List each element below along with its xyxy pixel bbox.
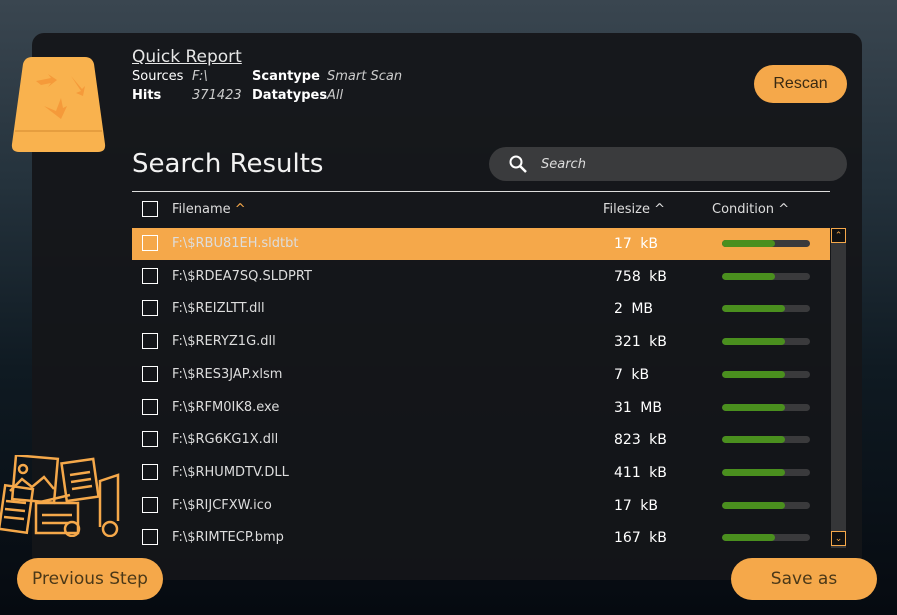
datatypes-label: Datatypes xyxy=(252,88,328,103)
filename: F:\$REIZLTT.dll xyxy=(172,301,265,317)
condition-fill xyxy=(722,370,786,378)
save-as-button[interactable]: Save as xyxy=(731,558,877,600)
condition-fill xyxy=(722,403,786,411)
condition-fill xyxy=(722,468,786,476)
condition-fill xyxy=(722,305,786,313)
column-condition[interactable]: Condition ^ xyxy=(712,202,789,217)
hits-value: 371423 xyxy=(192,88,242,103)
condition-bar xyxy=(722,468,810,476)
condition-fill xyxy=(722,240,775,247)
scrollbar[interactable] xyxy=(831,228,846,548)
scantype-value: Smart Scan xyxy=(327,69,403,84)
search-input[interactable]: Search xyxy=(489,147,847,181)
filesize: 411 kB xyxy=(614,464,667,481)
row-checkbox[interactable] xyxy=(142,333,158,350)
condition-bar xyxy=(722,436,810,444)
condition-bar xyxy=(722,534,810,542)
row-checkbox[interactable] xyxy=(142,300,158,317)
row-checkbox[interactable] xyxy=(142,267,158,284)
search-icon xyxy=(509,155,527,173)
previous-step-button[interactable]: Previous Step xyxy=(17,558,163,600)
scroll-down-button[interactable]: ⌄ xyxy=(831,531,846,546)
sources-label: Sources xyxy=(132,69,184,84)
condition-fill xyxy=(722,534,775,542)
filesize: 7 kB xyxy=(614,366,650,383)
search-placeholder: Search xyxy=(541,156,586,172)
row-checkbox[interactable] xyxy=(142,496,158,513)
filesize: 17 kB xyxy=(614,497,658,514)
column-filesize[interactable]: Filesize ^ xyxy=(603,202,665,217)
filesize: 31 MB xyxy=(614,399,662,416)
sources-value: F:\ xyxy=(192,69,208,84)
filename: F:\$RIJCFXW.ico xyxy=(172,497,272,513)
condition-fill xyxy=(722,436,786,444)
table-row[interactable]: F:\$REIZLTT.dll 2 MB xyxy=(132,293,830,325)
filename: F:\$RIMTECP.bmp xyxy=(172,530,284,546)
condition-bar xyxy=(722,403,810,411)
column-filename[interactable]: Filename ^ xyxy=(172,202,246,217)
filesize-header: Filesize xyxy=(603,202,650,217)
condition-fill xyxy=(722,501,786,509)
filesize: 321 kB xyxy=(614,334,667,351)
select-all-checkbox[interactable] xyxy=(142,201,158,217)
table-row[interactable]: F:\$RDEA7SQ.SLDPRT 758 kB xyxy=(132,261,830,293)
condition-fill xyxy=(722,338,786,346)
table-row[interactable]: F:\$RERYZ1G.dll 321 kB xyxy=(132,326,830,358)
filename: F:\$RG6KG1X.dll xyxy=(172,432,279,448)
filename: F:\$RES3JAP.xlsm xyxy=(172,366,283,382)
sort-asc-icon: ^ xyxy=(778,202,790,217)
condition-bar xyxy=(722,305,810,313)
filesize: 758 kB xyxy=(614,268,667,285)
filename-header: Filename xyxy=(172,202,231,217)
table-row[interactable]: F:\$RHUMDTV.DLL 411 kB xyxy=(132,457,830,489)
filename: F:\$RFM0IK8.exe xyxy=(172,399,280,415)
table-row[interactable]: F:\$RFM0IK8.exe 31 MB xyxy=(132,392,830,424)
condition-bar xyxy=(722,338,810,346)
table-row[interactable]: F:\$RBU81EH.sldtbt 17 kB xyxy=(132,228,830,260)
sort-asc-icon: ^ xyxy=(234,202,246,217)
row-checkbox[interactable] xyxy=(142,365,158,382)
table-row[interactable]: F:\$RG6KG1X.dll 823 kB xyxy=(132,424,830,456)
filename: F:\$RBU81EH.sldtbt xyxy=(172,236,299,251)
hits-label: Hits xyxy=(132,88,162,103)
filesize: 2 MB xyxy=(614,301,654,318)
filesize: 167 kB xyxy=(614,530,667,547)
page-title: Search Results xyxy=(132,149,324,179)
row-checkbox[interactable] xyxy=(142,398,158,415)
filename: F:\$RERYZ1G.dll xyxy=(172,334,276,350)
recycle-bin-logo-icon xyxy=(11,57,106,152)
scantype-label: Scantype xyxy=(252,69,320,84)
table-row[interactable]: F:\$RES3JAP.xlsm 7 kB xyxy=(132,359,830,391)
table-row[interactable]: F:\$RIJCFXW.ico 17 kB xyxy=(132,490,830,522)
quick-report-link[interactable]: Quick Report xyxy=(132,47,242,67)
row-checkbox[interactable] xyxy=(142,431,158,448)
row-checkbox[interactable] xyxy=(142,529,158,546)
filename: F:\$RHUMDTV.DLL xyxy=(172,464,289,480)
divider xyxy=(132,191,830,192)
condition-header: Condition xyxy=(712,202,775,217)
filesize: 823 kB xyxy=(614,432,667,449)
condition-fill xyxy=(722,272,775,280)
scroll-up-button[interactable]: ⌃ xyxy=(831,228,846,243)
condition-bar xyxy=(722,370,810,378)
filesize: 17 kB xyxy=(614,236,658,252)
row-checkbox[interactable] xyxy=(142,235,158,251)
datatypes-value: All xyxy=(327,88,344,103)
sort-asc-icon: ^ xyxy=(654,202,666,217)
rescan-button[interactable]: Rescan xyxy=(754,65,847,103)
file-types-illustration-icon xyxy=(0,455,120,537)
condition-bar xyxy=(722,240,810,247)
condition-bar xyxy=(722,501,810,509)
filename: F:\$RDEA7SQ.SLDPRT xyxy=(172,268,312,284)
table-row[interactable]: F:\$RIMTECP.bmp 167 kB xyxy=(132,522,830,554)
condition-bar xyxy=(722,272,810,280)
row-checkbox[interactable] xyxy=(142,463,158,480)
